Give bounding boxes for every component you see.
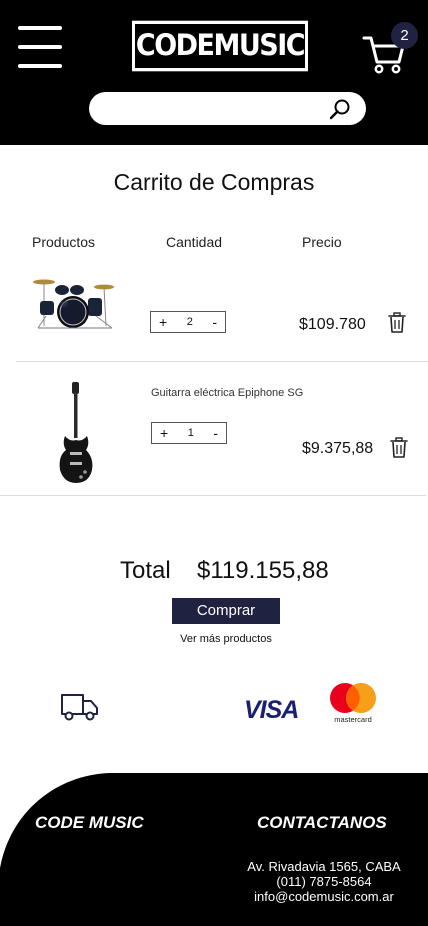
footer-address: Av. Rivadavia 1565, CABA <box>247 859 401 874</box>
item-name: Guitarra eléctrica Epiphone SG <box>151 387 304 399</box>
logo[interactable]: CODEMUSIC <box>132 20 308 72</box>
footer-phone: (011) 7875-8564 <box>276 874 372 889</box>
product-image-electric-guitar <box>59 382 93 483</box>
mastercard-label: mastercard <box>334 715 372 724</box>
page-title: Carrito de Compras <box>113 169 315 195</box>
footer-brand: CODE MUSIC <box>35 813 144 832</box>
item-price: $9.375,88 <box>302 440 374 457</box>
quantity-value: 2 <box>186 316 193 328</box>
search-icon[interactable] <box>329 98 351 120</box>
trash-icon[interactable] <box>389 437 409 459</box>
decrease-quantity-button[interactable]: - <box>213 426 218 440</box>
more-products-link[interactable]: Ver más productos <box>0 633 428 645</box>
visa-logo: VISA <box>244 696 299 724</box>
total-value: $119.155,88 <box>197 557 329 584</box>
footer-contact-title: CONTACTANOS <box>257 813 387 832</box>
search-input[interactable] <box>103 96 327 123</box>
row-divider <box>0 495 426 496</box>
truck-icon <box>61 694 98 721</box>
total-label: Total <box>120 557 171 584</box>
menu-icon[interactable] <box>18 26 62 70</box>
trash-icon[interactable] <box>387 312 407 334</box>
footer-email[interactable]: info@codemusic.com.ar <box>226 889 422 904</box>
column-header-products: Productos <box>32 234 96 250</box>
row-divider <box>16 361 428 362</box>
header: CODEMUSIC 2 <box>0 0 428 145</box>
buy-button[interactable]: Comprar <box>172 598 280 624</box>
search-bar <box>89 92 366 125</box>
quantity-stepper: + 2 - <box>150 311 226 333</box>
cart-count-badge: 2 <box>391 22 418 49</box>
quantity-stepper: + 1 - <box>151 422 227 444</box>
increase-quantity-button[interactable]: + <box>160 426 168 440</box>
column-header-quantity: Cantidad <box>166 234 223 250</box>
decrease-quantity-button[interactable]: - <box>212 315 217 329</box>
item-price: $109.780 <box>299 316 366 333</box>
quantity-value: 1 <box>187 427 194 439</box>
product-image-drum-kit <box>33 279 114 329</box>
mastercard-logo: mastercard <box>330 683 376 724</box>
column-header-price: Precio <box>302 234 342 250</box>
increase-quantity-button[interactable]: + <box>159 315 167 329</box>
